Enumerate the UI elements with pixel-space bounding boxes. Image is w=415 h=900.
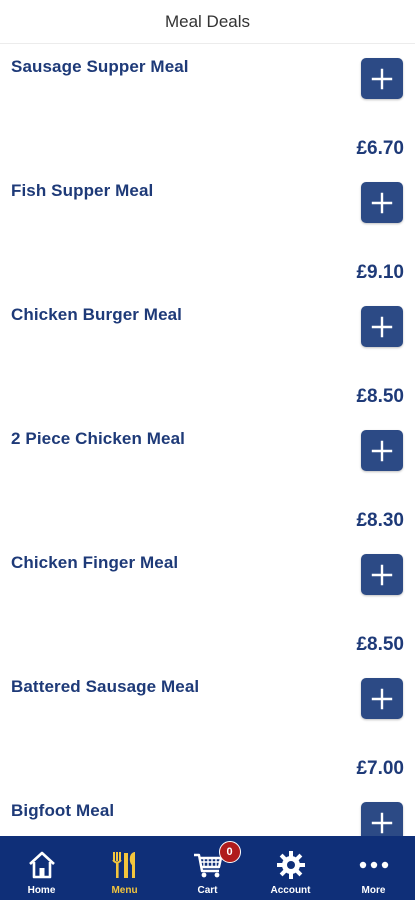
item-price: £6.70 — [356, 138, 404, 159]
home-icon — [28, 851, 55, 879]
list-item[interactable]: Chicken Finger Meal £8.50 — [0, 540, 415, 664]
add-button[interactable] — [361, 430, 403, 471]
item-price: £7.00 — [356, 758, 404, 779]
tab-home-label: Home — [27, 885, 56, 896]
plus-icon — [371, 440, 393, 461]
fork-knife-icon — [111, 852, 135, 878]
tab-account-label: Account — [270, 885, 311, 896]
item-name: Bigfoot Meal — [11, 801, 115, 820]
list-item[interactable]: Fish Supper Meal £9.10 — [0, 168, 415, 292]
tab-account[interactable]: Account — [249, 836, 332, 900]
header-bar: Meal Deals — [0, 0, 415, 44]
tab-cart[interactable]: 0 Cart — [166, 836, 249, 900]
item-price: £8.30 — [356, 510, 404, 531]
plus-icon — [371, 812, 393, 833]
add-button[interactable] — [361, 58, 403, 99]
item-name: Chicken Finger Meal — [11, 553, 179, 572]
item-name: Sausage Supper Meal — [11, 57, 189, 76]
tab-home[interactable]: Home — [0, 836, 83, 900]
tab-more-label: More — [361, 885, 386, 896]
item-name: 2 Piece Chicken Meal — [11, 429, 185, 448]
plus-icon — [371, 564, 393, 585]
more-dots-icon — [359, 861, 388, 869]
add-button[interactable] — [361, 678, 403, 719]
list-item[interactable]: 2 Piece Chicken Meal £8.30 — [0, 416, 415, 540]
bottom-tab-bar: Home Menu 0 Cart Account More — [0, 836, 415, 900]
list-item[interactable]: Sausage Supper Meal £6.70 — [0, 44, 415, 168]
item-price: £8.50 — [356, 386, 404, 407]
plus-icon — [371, 316, 393, 337]
item-price: £8.50 — [356, 634, 404, 655]
add-button[interactable] — [361, 182, 403, 223]
plus-icon — [371, 688, 393, 709]
add-button[interactable] — [361, 306, 403, 347]
plus-icon — [371, 192, 393, 213]
gear-icon — [276, 851, 305, 879]
item-name: Chicken Burger Meal — [11, 305, 183, 324]
list-item[interactable]: Bigfoot Meal — [0, 788, 415, 836]
page-title: Meal Deals — [164, 11, 251, 31]
list-item[interactable]: Battered Sausage Meal £7.00 — [0, 664, 415, 788]
cart-count-badge: 0 — [218, 841, 241, 863]
add-button[interactable] — [361, 554, 403, 595]
tab-cart-label: Cart — [197, 885, 218, 896]
list-item[interactable]: Chicken Burger Meal £8.50 — [0, 292, 415, 416]
item-name: Fish Supper Meal — [11, 181, 154, 200]
tab-menu-label: Menu — [111, 885, 138, 896]
tab-more[interactable]: More — [332, 836, 415, 900]
tab-menu[interactable]: Menu — [83, 836, 166, 900]
item-name: Battered Sausage Meal — [11, 677, 200, 696]
plus-icon — [371, 68, 393, 89]
item-price: £9.10 — [356, 262, 404, 283]
add-button[interactable] — [361, 802, 403, 836]
meal-list: Sausage Supper Meal £6.70 Fish Supper Me… — [0, 44, 415, 836]
